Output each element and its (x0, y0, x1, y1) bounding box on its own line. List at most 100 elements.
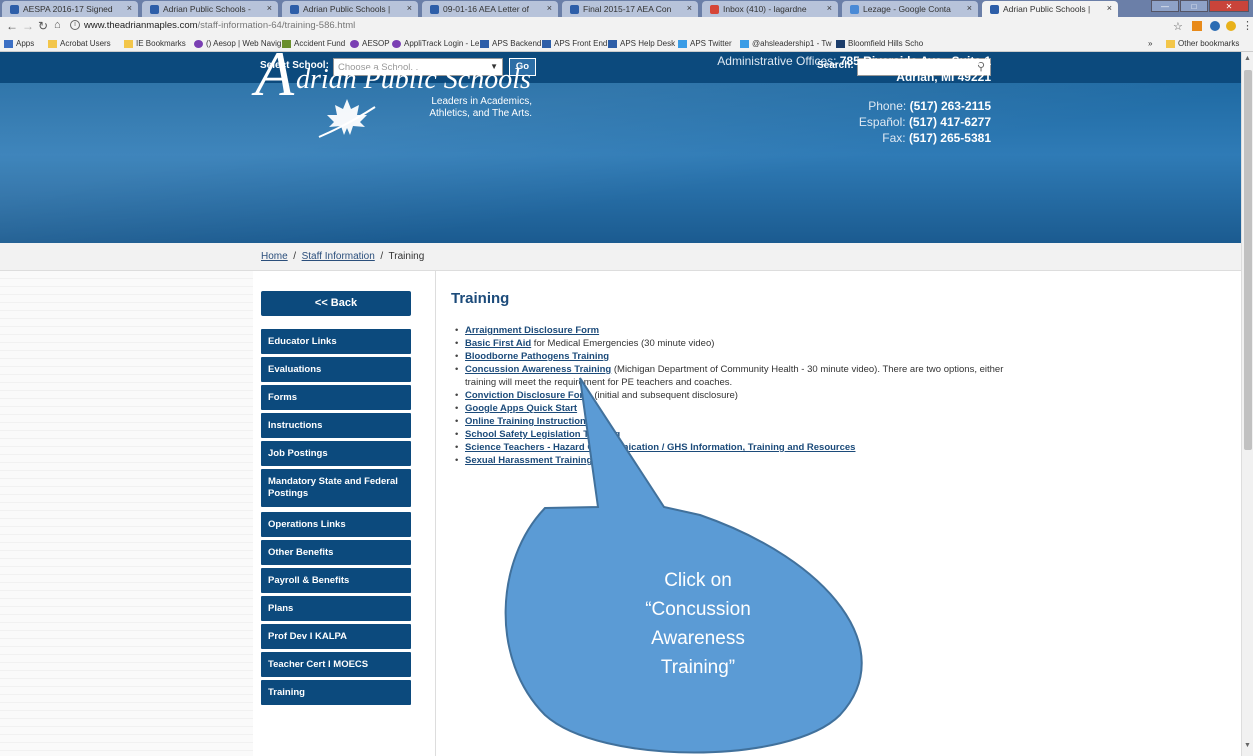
breadcrumb-home-link[interactable]: Home (261, 251, 288, 262)
site-top-bar: Select School: Choose a School... ▼ Go Se… (0, 52, 1253, 83)
bookmark-item[interactable]: APS Front End (542, 39, 607, 48)
bookmark-item[interactable]: @ahsleadership1 - Tw (740, 39, 832, 48)
bookmark-item[interactable]: AESOP (350, 39, 390, 48)
folder-icon (124, 39, 133, 48)
bookmark-item[interactable]: APS Help Desk (608, 39, 675, 48)
home-icon[interactable]: ⌂ (54, 19, 61, 31)
conviction-disclosure-link[interactable]: Conviction Disclosure Form (465, 390, 592, 401)
bloodborne-pathogens-link[interactable]: Bloodborne Pathogens Training (465, 351, 609, 362)
folder-icon (1166, 39, 1175, 48)
back-arrow-icon[interactable]: ← (6, 19, 18, 33)
sidebar-item-job-postings[interactable]: Job Postings (261, 441, 411, 466)
twitter-icon (678, 39, 687, 48)
twitter-icon (740, 39, 749, 48)
bookmark-item[interactable]: Bloomfield Hills Scho (836, 39, 923, 48)
breadcrumb-current: Training (388, 251, 425, 262)
browser-tab[interactable]: Adrian Public Schools | × (282, 1, 418, 17)
browser-tab[interactable]: Adrian Public Schools - × (142, 1, 278, 17)
extension-icon[interactable] (1226, 21, 1236, 31)
bookmark-item[interactable]: IE Bookmarks (124, 39, 186, 48)
tab-close-icon[interactable]: × (267, 3, 272, 13)
sidebar-item-payroll-benefits[interactable]: Payroll & Benefits (261, 568, 411, 593)
list-item: Arraignment Disclosure Form (455, 324, 1015, 337)
breadcrumb-staff-link[interactable]: Staff Information (302, 251, 375, 262)
more-bookmarks-button[interactable]: » (1148, 39, 1152, 48)
tab-close-icon[interactable]: × (407, 3, 412, 13)
bookmark-item[interactable]: APS Backend (480, 39, 541, 48)
info-icon[interactable]: i (70, 20, 80, 30)
page-scrollbar[interactable]: ▲ ▼ (1241, 52, 1253, 756)
window-minimize-button[interactable]: — (1151, 0, 1179, 12)
sidebar-item-other-benefits[interactable]: Other Benefits (261, 540, 411, 565)
apps-grid-icon (4, 39, 13, 48)
back-button[interactable]: << Back (261, 291, 411, 316)
list-item: Bloodborne Pathogens Training (455, 350, 1015, 363)
bookmark-icon (194, 39, 203, 48)
bookmark-icon (392, 39, 401, 48)
bookmark-icon (480, 39, 489, 48)
tab-close-icon[interactable]: × (827, 3, 832, 13)
window-close-button[interactable]: ✕ (1209, 0, 1249, 12)
menu-icon[interactable]: ⋮ (1242, 19, 1253, 32)
sidebar-item-forms[interactable]: Forms (261, 385, 411, 410)
browser-tab[interactable]: Lezage - Google Conta × (842, 1, 978, 17)
site-favicon-icon (430, 4, 439, 14)
extension-icon[interactable] (1210, 21, 1220, 31)
list-item: Online Training Instructions (455, 415, 1015, 428)
list-item: Google Apps Quick Start (455, 402, 1015, 415)
sidebar-item-plans[interactable]: Plans (261, 596, 411, 621)
list-item: Conviction Disclosure Form (initial and … (455, 389, 1015, 402)
url-field[interactable]: www.theadrianmaples.com/staff-informatio… (84, 20, 355, 31)
browser-tab-active[interactable]: Adrian Public Schools | × (982, 1, 1118, 17)
browser-tab[interactable]: Final 2015-17 AEA Con × (562, 1, 698, 17)
bookmark-item[interactable]: APS Twitter (678, 39, 732, 48)
sidebar-item-prof-dev[interactable]: Prof Dev I KALPA (261, 624, 411, 649)
bookmark-icon (350, 39, 359, 48)
sidebar-item-evaluations[interactable]: Evaluations (261, 357, 411, 382)
site-favicon-icon (990, 4, 999, 14)
forward-arrow-icon[interactable]: → (22, 19, 34, 33)
google-apps-link[interactable]: Google Apps Quick Start (465, 403, 577, 414)
list-item: School Safety Legislation Training (455, 428, 1015, 441)
window-maximize-button[interactable]: □ (1180, 0, 1208, 12)
browser-tab[interactable]: 09-01-16 AEA Letter of × (422, 1, 558, 17)
tab-close-icon[interactable]: × (967, 3, 972, 13)
bookmark-item[interactable]: Apps (4, 39, 34, 48)
list-item: Concussion Awareness Training (Michigan … (455, 363, 1015, 389)
list-item: Sexual Harassment Training (455, 454, 1015, 467)
tab-close-icon[interactable]: × (687, 3, 692, 13)
sexual-harassment-link[interactable]: Sexual Harassment Training (465, 455, 592, 466)
sidebar-item-teacher-cert[interactable]: Teacher Cert I MOECS (261, 652, 411, 677)
tab-close-icon[interactable]: × (547, 3, 552, 13)
sidebar-item-operations-links[interactable]: Operations Links (261, 512, 411, 537)
scroll-up-icon[interactable]: ▲ (1244, 55, 1251, 62)
arraignment-disclosure-link[interactable]: Arraignment Disclosure Form (465, 325, 599, 336)
browser-tab[interactable]: Inbox (410) - lagardne × (702, 1, 838, 17)
scroll-down-icon[interactable]: ▼ (1244, 742, 1251, 749)
list-item: Science Teachers - Hazard Communication … (455, 441, 1015, 454)
breadcrumb: Home / Staff Information / Training (261, 251, 425, 262)
other-bookmarks-folder[interactable]: Other bookmarks (1166, 39, 1239, 48)
page-title: Training (451, 290, 510, 307)
bookmark-icon (608, 39, 617, 48)
sidebar-item-training[interactable]: Training (261, 680, 411, 705)
sidebar-item-instructions[interactable]: Instructions (261, 413, 411, 438)
browser-tab[interactable]: AESPA 2016-17 Signed × (2, 1, 138, 17)
science-teachers-link[interactable]: Science Teachers - Hazard Communication … (465, 442, 855, 453)
sidebar-item-mandatory-postings[interactable]: Mandatory State and Federal Postings (261, 469, 411, 507)
bookmark-item[interactable]: AppliTrack Login - Le (392, 39, 479, 48)
bookmark-item[interactable]: Acrobat Users (48, 39, 111, 48)
sidebar-item-educator-links[interactable]: Educator Links (261, 329, 411, 354)
star-icon[interactable]: ☆ (1173, 20, 1183, 33)
address-bar: ← → ↻ ⌂ i www.theadrianmaples.com/staff-… (0, 17, 1253, 36)
folder-icon (48, 39, 57, 48)
reload-icon[interactable]: ↻ (38, 19, 48, 33)
tab-close-icon[interactable]: × (1107, 3, 1112, 13)
concussion-awareness-link[interactable]: Concussion Awareness Training (465, 364, 611, 375)
school-safety-link[interactable]: School Safety Legislation Training (465, 429, 620, 440)
online-training-link[interactable]: Online Training Instructions (465, 416, 591, 427)
basic-first-aid-link[interactable]: Basic First Aid (465, 338, 531, 349)
extension-icon[interactable] (1192, 21, 1202, 31)
tab-close-icon[interactable]: × (127, 3, 132, 13)
scroll-thumb[interactable] (1244, 70, 1252, 450)
